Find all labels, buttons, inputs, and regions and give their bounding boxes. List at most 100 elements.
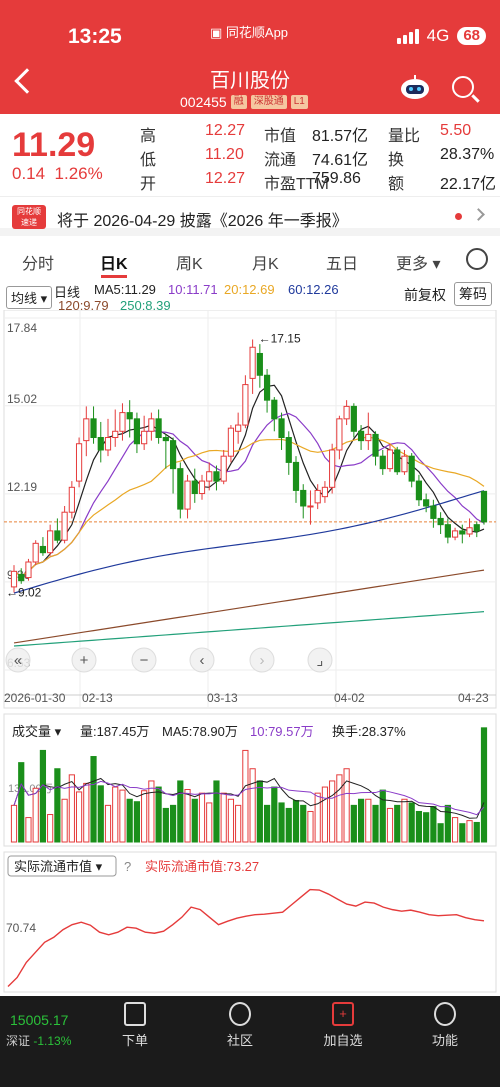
volume-bar [227, 798, 235, 843]
candle-body [350, 405, 357, 432]
candle-body [68, 486, 75, 513]
volume-bar [459, 823, 466, 843]
candle-body [126, 412, 133, 420]
tab-daily-k[interactable]: 日K [100, 250, 128, 274]
volume-bar [379, 789, 386, 843]
candle-body [90, 418, 97, 439]
add-watchlist-label: 加自选 [323, 1033, 363, 1048]
candle-body [386, 449, 394, 470]
candle-body [415, 480, 423, 501]
kline-chart[interactable]: 17.8415.0212.199.366.53←17.15←9.022026-0… [0, 310, 500, 1000]
tab-five-day[interactable]: 五日 [326, 250, 358, 274]
volume-turnover: 换手:28.37% [332, 724, 406, 739]
y-tick-label: 15.02 [7, 392, 37, 406]
change-value: 0.14 [12, 164, 46, 183]
volume-bar [321, 786, 329, 843]
volume-bar [10, 804, 18, 843]
volume-bar [357, 798, 365, 843]
price-change: 0.14 1.26% [12, 164, 103, 184]
tab-more[interactable]: 更多 ▾ [396, 250, 441, 274]
high-annotation: ←17.15 [259, 331, 301, 345]
candle-body [466, 527, 473, 535]
volume-bar [198, 792, 206, 843]
volume-bar [423, 812, 430, 843]
status-time: 13:25 [68, 25, 122, 48]
volume-bar [466, 820, 473, 843]
candle-body [75, 443, 83, 482]
tab-weekly-k[interactable]: 周K [176, 250, 203, 274]
candle-body [169, 440, 177, 470]
period-tabs: 分时 日K 周K 月K 五日 更多 ▾ [0, 242, 500, 278]
candle-body [249, 346, 256, 379]
volume-bar [444, 804, 451, 843]
app-header: 13:25 ▣ 同花顺App 4G 68 百川股份 002455 融 深股通 L… [0, 0, 500, 114]
volume-bar [25, 817, 32, 843]
adjust-mode[interactable]: 前复权 [404, 285, 446, 305]
volume-bar [329, 780, 336, 843]
volume-bar [480, 727, 488, 843]
volume-bar [256, 780, 263, 843]
low-annotation: ←9.02 [6, 586, 42, 600]
volume-bar [75, 791, 83, 843]
candle-body [256, 352, 263, 376]
quote-label-2: 开 [140, 176, 157, 193]
volume-bar [292, 799, 300, 843]
index-value[interactable]: 15005.17 [10, 1012, 68, 1028]
volume-bar [220, 792, 227, 843]
tag-shenzhen-connect: 深股通 [250, 95, 287, 109]
volume-bar [32, 787, 39, 843]
search-icon[interactable] [452, 76, 474, 98]
candle-body [54, 530, 61, 541]
battery-icon: 68 [457, 27, 486, 45]
x-tick-label: 02-13 [82, 691, 113, 705]
settings-icon[interactable] [466, 248, 488, 270]
volume-bar [126, 798, 133, 843]
quote-label3-1: 换 [388, 152, 405, 169]
volume-bar [112, 786, 119, 843]
volume-bar [184, 788, 191, 843]
candle-body [184, 480, 191, 510]
community-button[interactable]: 社区 [205, 1002, 275, 1049]
change-percent: 1.26% [54, 164, 103, 183]
volume-bar [206, 802, 213, 843]
chips-button[interactable]: 筹码 [454, 282, 492, 306]
volume-bar [314, 792, 321, 843]
candle-body [357, 430, 365, 442]
market-value-y-tick: 70.74 [6, 921, 36, 935]
volume-bar [473, 821, 480, 843]
robot-assistant-icon[interactable] [400, 74, 430, 100]
candle-body [285, 437, 292, 463]
y-tick-label: 17.84 [7, 321, 37, 335]
candle-body [379, 455, 386, 470]
tag-margin: 融 [230, 95, 247, 109]
volume-bar [235, 804, 242, 843]
quote-label3-2: 额 [388, 176, 405, 193]
candle-body [343, 405, 350, 420]
candle-body [61, 511, 68, 541]
candle-body [97, 437, 104, 451]
volume-bar [141, 790, 148, 843]
ma-selector[interactable]: 均线 ▾ [6, 286, 53, 309]
candle-body [47, 530, 54, 554]
add-watchlist-button[interactable]: + 加自选 [308, 1002, 378, 1049]
status-app-label: ▣ 同花顺App [210, 25, 289, 40]
candle-body [394, 449, 401, 473]
quote-value3-2: 22.17亿 [440, 176, 497, 193]
order-button[interactable]: 下单 [100, 1002, 170, 1049]
candle-body [278, 418, 285, 439]
function-label: 功能 [431, 1033, 458, 1048]
index-info[interactable]: 深证 -1.13% [6, 1032, 71, 1049]
tab-intraday[interactable]: 分时 [22, 250, 54, 274]
volume-bar [90, 756, 97, 843]
announcement-bar[interactable]: 同花顺 速递 将于 2026-04-29 披露《2026 年一季报》 [0, 196, 500, 236]
candle-body [25, 561, 32, 579]
x-tick-label: 04-23 [458, 691, 489, 705]
chart-control-icon: ‹ [200, 652, 205, 669]
volume-bar [61, 798, 68, 843]
tab-monthly-k[interactable]: 月K [252, 250, 279, 274]
function-button[interactable]: 功能 [410, 1002, 480, 1049]
candle-body [220, 455, 227, 482]
candle-body [235, 424, 242, 432]
quote-label-1: 低 [140, 152, 157, 169]
ma120-line [13, 569, 485, 644]
